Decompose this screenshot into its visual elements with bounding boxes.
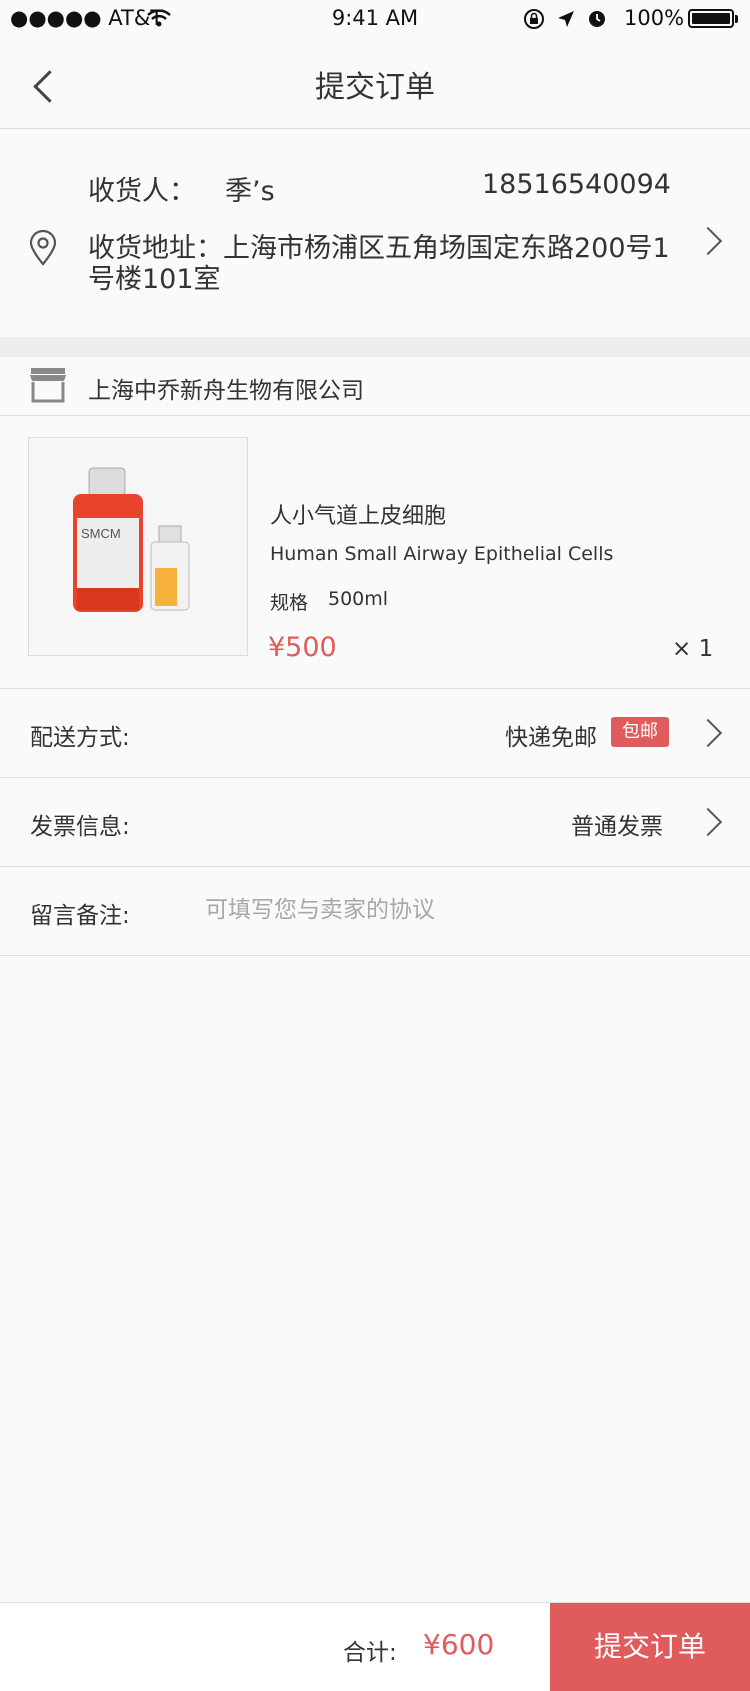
section-divider xyxy=(0,337,750,357)
page-title: 提交订单 xyxy=(315,70,435,105)
product-price: ¥500 xyxy=(268,632,337,663)
alarm-icon xyxy=(589,11,605,27)
delivery-label: 配送方式: xyxy=(30,725,130,751)
divider xyxy=(0,955,750,956)
receiver-name: 季’s xyxy=(225,176,275,207)
battery-percent: 100% xyxy=(624,6,685,30)
invoice-label: 发票信息: xyxy=(30,814,130,840)
address-text: 收货地址：上海市杨浦区五角场国定东路200号1 号楼101室 xyxy=(88,233,678,295)
product-quantity: × 1 xyxy=(672,636,714,662)
free-shipping-badge: 包邮 xyxy=(611,717,669,747)
location-pin-icon xyxy=(29,230,57,266)
product-bottle-illustration: SMCM xyxy=(73,467,190,612)
spec-value: 500ml xyxy=(328,588,389,610)
invoice-value: 普通发票 xyxy=(571,814,663,840)
battery-tip xyxy=(735,15,738,23)
total-label: 合计: xyxy=(343,1640,397,1666)
chevron-right-icon xyxy=(693,226,723,256)
location-arrow-icon xyxy=(558,11,574,27)
delivery-row[interactable]: 配送方式: 快递免邮 包邮 xyxy=(0,689,750,777)
product-name-cn: 人小气道上皮细胞 xyxy=(270,504,447,529)
product-card: SMCM 人小气道上皮细胞 Human Small Airway Epithel… xyxy=(0,416,750,687)
status-bar: ●●●●● AT&T 9:41 AM 100% xyxy=(0,0,750,40)
store-name: 上海中乔新舟生物有限公司 xyxy=(88,378,364,404)
rotation-lock-icon xyxy=(524,9,544,29)
remark-label: 留言备注: xyxy=(30,903,130,929)
bottom-bar: 合计: ¥600 提交订单 xyxy=(0,1602,750,1691)
chevron-right-icon xyxy=(693,718,723,748)
address-line-1: 收货地址：上海市杨浦区五角场国定东路200号1 xyxy=(88,233,670,264)
product-image: SMCM xyxy=(28,437,248,656)
product-name-en: Human Small Airway Epithelial Cells xyxy=(270,543,614,565)
receiver-phone: 18516540094 xyxy=(482,169,671,200)
invoice-row[interactable]: 发票信息: 普通发票 xyxy=(0,778,750,866)
delivery-value: 快递免邮 xyxy=(505,725,597,751)
submit-order-button[interactable]: 提交订单 xyxy=(550,1603,750,1691)
chevron-right-icon xyxy=(693,807,723,837)
store-icon xyxy=(30,368,66,403)
nav-bar: 提交订单 xyxy=(0,40,750,129)
address-line-2: 号楼101室 xyxy=(88,264,221,295)
remark-input[interactable] xyxy=(205,889,705,931)
address-card[interactable]: 收货人： 季’s 18516540094 收货地址：上海市杨浦区五角场国定东路2… xyxy=(0,129,750,337)
total-value: ¥600 xyxy=(423,1628,495,1661)
product-image-label: SMCM xyxy=(81,526,121,541)
store-row: 上海中乔新舟生物有限公司 xyxy=(0,357,750,415)
receiver-label: 收货人： xyxy=(88,176,196,207)
remark-row: 留言备注: xyxy=(0,867,750,955)
spec-label: 规格 xyxy=(270,592,309,614)
battery-icon xyxy=(688,9,734,28)
